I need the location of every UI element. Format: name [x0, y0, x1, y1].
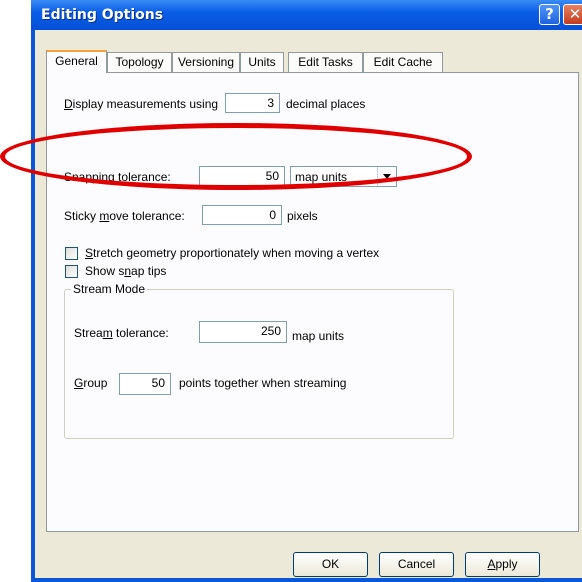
tab-topology[interactable]: Topology	[107, 52, 172, 72]
title-bar[interactable]: Editing Options ? ✕	[31, 0, 582, 30]
dialog-body: General Topology Versioning Units Edit T…	[35, 30, 582, 578]
sticky-move-tolerance-input[interactable]: 0	[202, 205, 282, 225]
cancel-button[interactable]: Cancel	[379, 552, 454, 577]
highlight-ellipse	[0, 123, 472, 190]
sticky-move-tolerance-label: Sticky move tolerance:	[64, 209, 185, 223]
stream-tolerance-input[interactable]: 250	[199, 321, 287, 343]
display-measurements-label: Display measurements using	[64, 97, 219, 111]
stream-tolerance-units-label: map units	[292, 329, 345, 343]
stretch-geometry-label: Stretch geometry proportionately when mo…	[85, 246, 380, 260]
apply-button[interactable]: Apply	[465, 552, 540, 577]
show-snap-tips-checkbox[interactable]	[65, 265, 78, 278]
tab-units[interactable]: Units	[240, 52, 284, 72]
tab-edit-cache[interactable]: Edit Cache	[363, 52, 443, 72]
editing-options-window: Editing Options ? ✕ General Topology Ver…	[31, 0, 582, 582]
sticky-units-label: pixels	[287, 209, 318, 223]
group-label: Group	[74, 376, 108, 390]
stretch-geometry-checkbox[interactable]	[65, 247, 78, 260]
close-button[interactable]: ✕	[563, 4, 582, 25]
group-points-input[interactable]: 50	[119, 373, 171, 395]
stream-mode-group: Stream Mode Stream tolerance: 250 map un…	[64, 282, 454, 439]
decimal-places-label: decimal places	[286, 97, 366, 111]
decimal-places-input[interactable]: 3	[225, 93, 280, 113]
tab-versioning[interactable]: Versioning	[172, 52, 240, 72]
help-button[interactable]: ?	[539, 4, 560, 25]
tab-edit-tasks[interactable]: Edit Tasks	[288, 52, 363, 72]
show-snap-tips-label: Show snap tips	[85, 264, 167, 278]
tab-general[interactable]: General	[46, 50, 107, 73]
window-title: Editing Options	[41, 7, 164, 23]
ok-button[interactable]: OK	[293, 552, 368, 577]
stream-mode-legend: Stream Mode	[71, 282, 148, 296]
stream-tolerance-label: Stream tolerance:	[74, 326, 169, 340]
group-points-suffix-label: points together when streaming	[179, 376, 347, 390]
